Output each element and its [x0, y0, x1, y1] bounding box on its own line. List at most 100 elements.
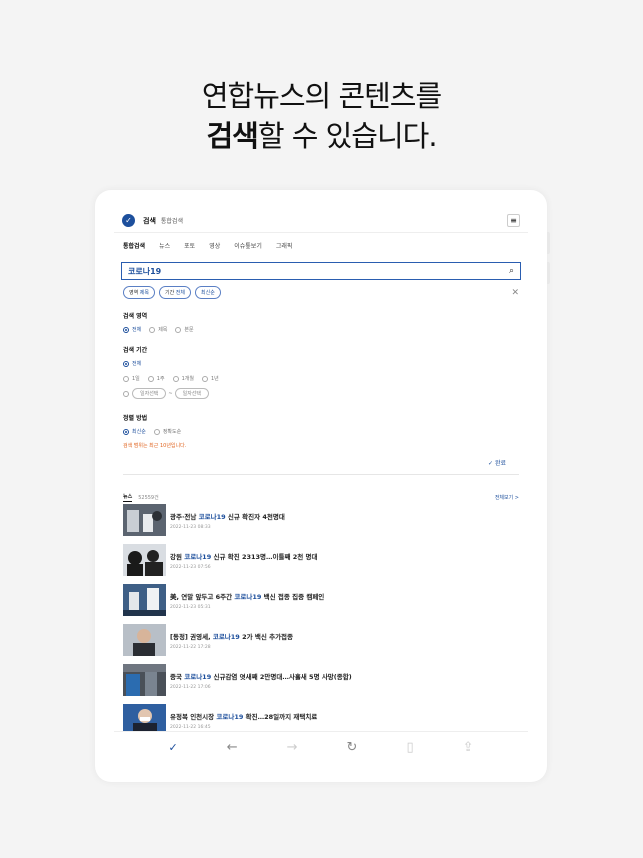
radio-sort-accuracy[interactable]: 정확도순	[153, 428, 181, 435]
radio-sort-latest[interactable]: 최신순	[123, 428, 146, 435]
radio-label: 본문	[184, 327, 194, 333]
area-title: 검색 영역	[123, 313, 148, 320]
radio-label: 1개월	[181, 376, 194, 382]
news-item-date: 2022-11-23 07:56	[170, 564, 211, 570]
radio-period-1w[interactable]: 1주	[147, 375, 165, 382]
title-post: 확진…28일까지 재택치료	[243, 712, 318, 721]
radio-period-1m[interactable]: 1개월	[172, 375, 194, 382]
period-radios: 1일 1주 1개월 1년	[114, 375, 528, 382]
area-radios: 전체 제목 본문	[114, 326, 528, 333]
list-item[interactable]: 美, 연말 앞두고 6주간 코로나19 백신 접종 집중 캠페인 2022-11…	[123, 584, 519, 616]
news-thumbnail	[123, 584, 166, 616]
volume-button	[547, 262, 550, 284]
radio-period-1d[interactable]: 1일	[123, 375, 140, 382]
title-pre: 美, 연말 앞두고 6주간	[170, 592, 235, 601]
back-arrow-icon[interactable]: ←	[227, 740, 238, 755]
tab-video[interactable]: 영상	[209, 241, 220, 250]
date-to-picker[interactable]: 일자선택	[174, 388, 210, 399]
bookmark-icon[interactable]: ▯	[406, 740, 413, 755]
title-pre: 광주·전남	[170, 512, 199, 521]
title-pre: 유정복 인천시장	[170, 712, 217, 721]
news-thumbnail	[123, 664, 166, 696]
title-pre: 강원	[170, 552, 185, 561]
title-keyword: 코로나19	[212, 632, 240, 641]
home-logo-icon[interactable]: ✓	[169, 741, 178, 754]
bottom-toolbar: ✓ ← → ↻ ▯ ⇪	[114, 731, 528, 762]
tab-graphic[interactable]: 그래픽	[276, 241, 293, 250]
news-item-text: 美, 연말 앞두고 6주간 코로나19 백신 접종 집중 캠페인 2022-11…	[170, 591, 324, 610]
news-item-title: 강원 코로나19 신규 확진 2313명…이틀째 2천 명대	[170, 551, 317, 561]
headline-bold: 검색	[206, 119, 258, 153]
radio-period-all[interactable]: 전체	[123, 360, 141, 367]
done-button[interactable]: ✓ 완료	[114, 458, 528, 467]
period-all-radio: 전체	[114, 360, 528, 367]
refresh-icon[interactable]: ↻	[347, 740, 358, 755]
hamburger-icon[interactable]: ≡	[507, 214, 520, 227]
date-from-picker[interactable]: 일자선택	[132, 388, 167, 399]
list-item[interactable]: [동정] 권영세, 코로나19 2가 백신 추가접종 2022-11-22 17…	[123, 624, 519, 656]
radio-area-title[interactable]: 제목	[149, 326, 167, 333]
radio-dot	[172, 375, 179, 382]
radio-label: 1년	[210, 376, 219, 382]
radio-area-all[interactable]: 전체	[123, 326, 141, 333]
sort-radios: 최신순 정확도순	[114, 428, 528, 435]
chip-area[interactable]: 영역 제목	[123, 286, 155, 299]
close-icon[interactable]: ✕	[511, 288, 519, 298]
headline: 연합뉴스의 콘텐츠를 검색할 수 있습니다.	[0, 76, 643, 156]
radio-period-custom[interactable]	[123, 390, 129, 397]
yonhap-logo-icon[interactable]: ✓	[122, 214, 135, 227]
title-post: 신규 확진 2313명…이틀째 2천 명대	[211, 552, 318, 561]
search-icon[interactable]: ⌕	[509, 266, 514, 276]
tab-news[interactable]: 뉴스	[159, 241, 170, 250]
chip-value: 최신순	[201, 290, 215, 296]
see-all-link[interactable]: 전체보기 >	[495, 494, 519, 501]
search-tabs: 통합검색 뉴스 포토 영상 이슈톺보기 그래픽	[114, 233, 528, 257]
news-item-title: 중국 코로나19 신규감염 엿새째 2만명대…사흘새 5명 사망(종합)	[170, 671, 352, 681]
news-thumbnail	[123, 504, 166, 536]
chip-value: 전체	[175, 290, 185, 296]
title-keyword: 코로나19	[184, 552, 212, 561]
news-section-header: 뉴스 52559건 전체보기 >	[114, 493, 528, 502]
radio-period-1y[interactable]: 1년	[201, 375, 219, 382]
news-item-text: [동정] 권영세, 코로나19 2가 백신 추가접종 2022-11-22 17…	[170, 631, 293, 650]
news-item-title: [동정] 권영세, 코로나19 2가 백신 추가접종	[170, 631, 293, 641]
list-item[interactable]: 강원 코로나19 신규 확진 2313명…이틀째 2천 명대 2022-11-2…	[123, 544, 519, 576]
radio-dot	[123, 428, 129, 435]
title-keyword: 코로나19	[198, 512, 226, 521]
period-title: 검색 기간	[123, 347, 148, 354]
tab-photo[interactable]: 포토	[184, 241, 195, 250]
radio-label: 1일	[132, 376, 140, 382]
title-pre: 중국	[170, 672, 185, 681]
period-custom: 일자선택 ~ 일자선택	[114, 388, 528, 399]
news-item-title: 美, 연말 앞두고 6주간 코로나19 백신 접종 집중 캠페인	[170, 591, 324, 601]
tab-integrated[interactable]: 통합검색	[123, 241, 145, 250]
radio-area-body[interactable]: 본문	[175, 326, 194, 333]
search-input[interactable]: 코로나19 ⌕	[121, 262, 521, 280]
search-value: 코로나19	[128, 266, 162, 276]
headline-line1: 연합뉴스의 콘텐츠를	[201, 79, 442, 113]
page-title: 검색	[143, 216, 156, 225]
chip-period[interactable]: 기간 전체	[159, 286, 191, 299]
list-item[interactable]: 광주·전남 코로나19 신규 확진자 4천명대 2022-11-23 08:33	[123, 504, 519, 536]
radio-dot	[123, 360, 129, 367]
radio-label: 최신순	[132, 429, 146, 435]
title-keyword: 코로나19	[234, 592, 262, 601]
forward-arrow-icon[interactable]: →	[287, 740, 298, 755]
news-item-date: 2022-11-22 16:45	[170, 724, 211, 730]
news-item-title: 광주·전남 코로나19 신규 확진자 4천명대	[170, 511, 285, 521]
radio-dot	[149, 326, 156, 333]
news-section-title[interactable]: 뉴스	[123, 493, 133, 502]
tab-issue[interactable]: 이슈톺보기	[234, 241, 262, 250]
share-icon[interactable]: ⇪	[463, 740, 474, 755]
title-pre: [동정] 권영세,	[170, 632, 213, 641]
news-thumbnail	[123, 624, 166, 656]
title-keyword: 코로나19	[216, 712, 244, 721]
radio-dot	[175, 326, 182, 333]
list-item[interactable]: 중국 코로나19 신규감염 엿새째 2만명대…사흘새 5명 사망(종합) 202…	[123, 664, 519, 696]
chip-sort[interactable]: 최신순	[195, 286, 221, 299]
title-post: 2가 백신 추가접종	[239, 632, 294, 641]
news-thumbnail	[123, 544, 166, 576]
title-post: 백신 접종 집중 캠페인	[261, 592, 325, 601]
news-item-text: 중국 코로나19 신규감염 엿새째 2만명대…사흘새 5명 사망(종합) 202…	[170, 671, 352, 690]
title-post: 신규 확진자 4천명대	[225, 512, 285, 521]
